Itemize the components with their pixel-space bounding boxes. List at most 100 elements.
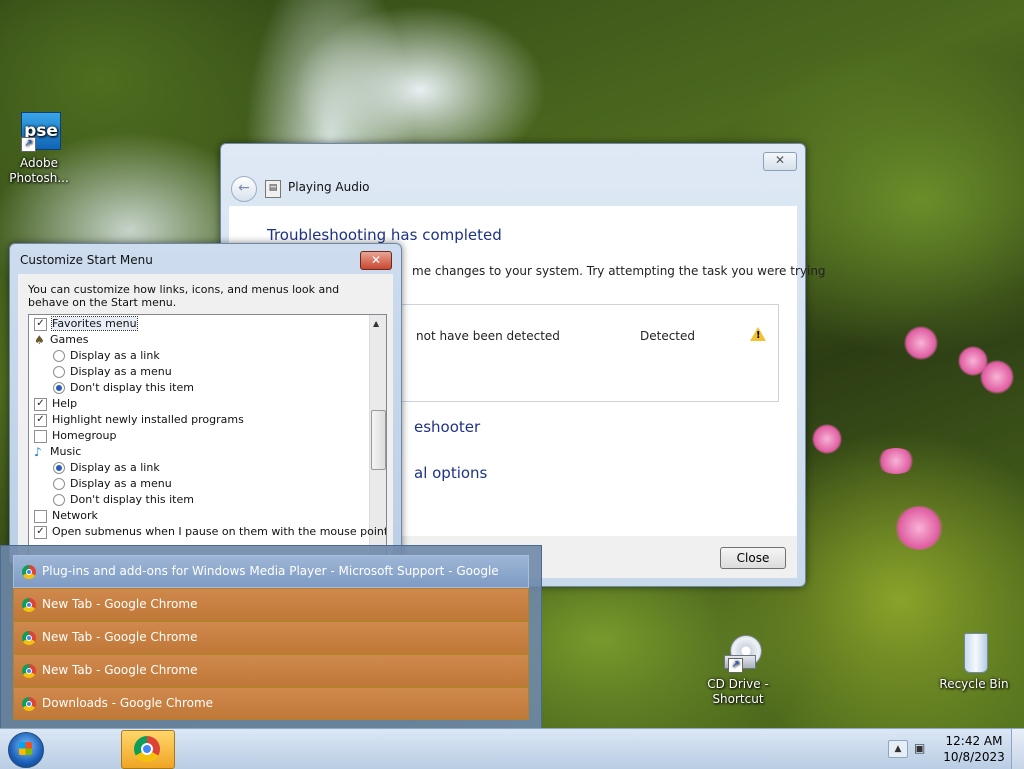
- flower-decoration: [812, 424, 842, 454]
- option-label: Display as a link: [70, 461, 160, 474]
- option-checkbox[interactable]: ✓: [34, 397, 47, 411]
- shortcut-arrow-icon: ↗: [728, 658, 743, 673]
- option-row[interactable]: Display as a link: [53, 348, 160, 364]
- option-row[interactable]: ♪ Music: [34, 444, 81, 460]
- option-row[interactable]: Don't display this item: [53, 380, 194, 396]
- option-row[interactable]: ✓ Highlight newly installed programs: [34, 412, 244, 428]
- option-row[interactable]: Display as a menu: [53, 476, 172, 492]
- window-title: Playing Audio: [288, 180, 370, 194]
- flower-decoration: [904, 326, 938, 360]
- option-checkbox[interactable]: [34, 509, 47, 523]
- customize-start-menu-dialog: Customize Start Menu ✕ You can customize…: [9, 243, 402, 566]
- issue-text: not have been detected: [416, 329, 560, 343]
- chrome-window-title: New Tab - Google Chrome: [42, 663, 198, 677]
- issue-status: Detected: [640, 329, 696, 343]
- troubleshooting-description: me changes to your system. Try attemptin…: [412, 264, 826, 278]
- flower-decoration: [980, 360, 1014, 394]
- option-radio[interactable]: [53, 366, 65, 378]
- taskbar-clock[interactable]: 12:42 AM 10/8/2023: [940, 733, 1008, 765]
- option-row[interactable]: Display as a link: [53, 460, 160, 476]
- option-label: Don't display this item: [70, 381, 194, 394]
- option-radio[interactable]: [53, 462, 65, 474]
- taskbar: ▲ ▣ 12:42 AM 10/8/2023: [0, 728, 1024, 769]
- chrome-window-title: Downloads - Google Chrome: [42, 696, 214, 710]
- chrome-icon: [22, 630, 36, 645]
- desktop-icon-photoshop[interactable]: pse ↗ Adobe Photosh...: [3, 112, 75, 186]
- dialog-body: You can customize how links, icons, and …: [18, 274, 393, 566]
- taskbar-chrome-button[interactable]: [121, 730, 175, 769]
- close-troubleshooter-link[interactable]: eshooter: [414, 418, 480, 436]
- chrome-icon: [22, 597, 36, 612]
- option-checkbox[interactable]: [34, 429, 47, 443]
- scroll-up-icon[interactable]: ▲: [373, 319, 379, 328]
- option-label: Network: [52, 509, 98, 522]
- desktop-icon-cd-drive[interactable]: ↗ CD Drive - Shortcut: [702, 633, 774, 707]
- window-close-button[interactable]: ✕: [763, 152, 797, 171]
- option-label: Games: [50, 333, 89, 346]
- troubleshooting-heading: Troubleshooting has completed: [267, 226, 502, 244]
- chrome-window-item[interactable]: New Tab - Google Chrome: [13, 621, 529, 654]
- chrome-window-item[interactable]: Downloads - Google Chrome: [13, 687, 529, 720]
- chrome-window-item[interactable]: New Tab - Google Chrome: [13, 588, 529, 621]
- option-row[interactable]: Display as a menu: [53, 364, 172, 380]
- option-row[interactable]: ♠ Games: [34, 332, 88, 348]
- option-row[interactable]: ✓ Open submenus when I pause on them with…: [34, 524, 387, 540]
- chrome-window-list: Plug-ins and add-ons for Windows Media P…: [0, 545, 542, 729]
- option-checkbox[interactable]: ✓: [34, 317, 47, 331]
- option-label: Display as a menu: [70, 365, 172, 378]
- option-label: Highlight newly installed programs: [52, 413, 244, 426]
- option-label: Music: [50, 445, 82, 458]
- option-row[interactable]: ✓ Help: [34, 396, 77, 412]
- chrome-window-title: New Tab - Google Chrome: [42, 630, 198, 644]
- chrome-window-item[interactable]: New Tab - Google Chrome: [13, 654, 529, 687]
- chrome-icon: [22, 564, 36, 579]
- option-label: Display as a menu: [70, 477, 172, 490]
- option-label: Help: [52, 397, 78, 410]
- recycle-bin-icon: [952, 633, 996, 673]
- option-row[interactable]: ✓ Favorites menu: [34, 316, 138, 332]
- dialog-close-button[interactable]: ✕: [360, 251, 392, 270]
- network-icon[interactable]: ▣: [914, 741, 930, 755]
- option-checkbox[interactable]: ✓: [34, 525, 47, 539]
- show-desktop-button[interactable]: [1011, 729, 1024, 769]
- desktop-icon-recycle-bin[interactable]: Recycle Bin: [938, 633, 1010, 692]
- option-radio[interactable]: [53, 478, 65, 490]
- chrome-window-title: New Tab - Google Chrome: [42, 597, 198, 611]
- show-hidden-icons-button[interactable]: ▲: [888, 740, 908, 758]
- dialog-title: Customize Start Menu: [20, 253, 153, 267]
- back-arrow-icon[interactable]: ←: [231, 176, 257, 202]
- warning-exclamation: !: [756, 330, 761, 341]
- cd-drive-icon: ↗: [716, 633, 762, 673]
- explore-options-link[interactable]: al options: [414, 464, 487, 482]
- chrome-icon: [134, 736, 160, 762]
- desktop-icon-label: Adobe Photosh...: [9, 156, 69, 185]
- desktop-icon-label: CD Drive - Shortcut: [707, 677, 769, 706]
- option-checkbox[interactable]: ✓: [34, 413, 47, 427]
- flower-decoration: [876, 448, 916, 474]
- option-label: Favorites menu: [51, 316, 138, 331]
- music-note-icon: ♪: [34, 445, 42, 459]
- games-icon: ♠: [34, 333, 45, 347]
- scrollbar-thumb[interactable]: [371, 410, 386, 470]
- close-button[interactable]: Close: [720, 547, 786, 569]
- start-menu-options-list[interactable]: ▲ ✓ Favorites menu ♠ Games Display as a link…: [28, 314, 387, 566]
- option-radio[interactable]: [53, 382, 65, 394]
- start-button[interactable]: [8, 732, 44, 768]
- option-row[interactable]: Homegroup: [34, 428, 116, 444]
- option-label: Homegroup: [52, 429, 117, 442]
- option-row[interactable]: Don't display this item: [53, 492, 194, 508]
- chrome-window-item[interactable]: Plug-ins and add-ons for Windows Media P…: [13, 555, 529, 609]
- chrome-icon: [22, 663, 36, 678]
- option-radio[interactable]: [53, 350, 65, 362]
- clock-time: 12:42 AM: [945, 734, 1003, 748]
- option-row[interactable]: Network: [34, 508, 98, 524]
- dialog-description: You can customize how links, icons, and …: [28, 283, 340, 309]
- option-label: Open submenus when I pause on them with …: [52, 525, 387, 538]
- clock-date: 10/8/2023: [943, 750, 1005, 764]
- flower-decoration: [894, 506, 944, 550]
- desktop-icon-label: Recycle Bin: [939, 677, 1009, 691]
- issues-found-box: not have been detected Detected !: [369, 304, 779, 402]
- shortcut-arrow-icon: ↗: [21, 137, 36, 152]
- option-radio[interactable]: [53, 494, 65, 506]
- option-label: Display as a link: [70, 349, 160, 362]
